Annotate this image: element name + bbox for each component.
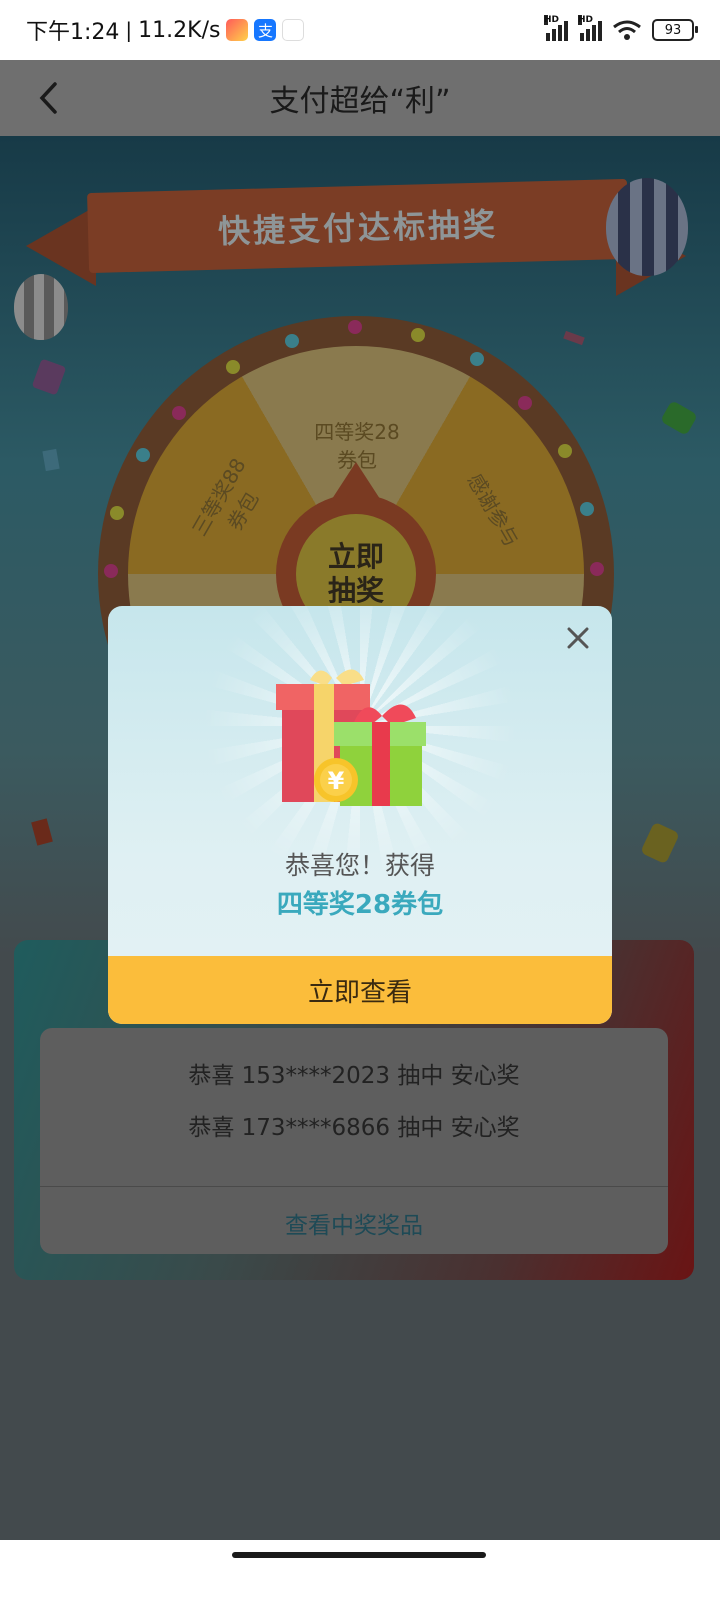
wheel-light xyxy=(411,328,425,342)
prize-modal: ¥ 恭喜您！获得 四等奖28券包 立即查看 xyxy=(108,606,612,1024)
home-indicator[interactable] xyxy=(232,1552,486,1558)
banner-title: 快捷支付达标抽奖 xyxy=(217,205,499,251)
nav-bar: 支付超给“利” xyxy=(0,60,720,136)
coin-symbol: ¥ xyxy=(328,767,345,795)
status-right: HD HD 93 xyxy=(544,15,698,41)
winners-list: 恭喜 153****2023 抽中 安心奖 恭喜 173****6866 抽中 … xyxy=(40,1028,668,1254)
gesture-bar-area xyxy=(0,1540,720,1600)
wheel-light xyxy=(110,506,124,520)
wheel-light xyxy=(285,334,299,348)
close-icon xyxy=(567,627,589,649)
balloon-right-icon xyxy=(606,178,688,276)
wheel-light xyxy=(348,320,362,334)
confetti-3 xyxy=(660,400,698,436)
cloud-app-icon xyxy=(282,19,305,41)
game-app-icon xyxy=(226,19,249,41)
signal-2-icon: HD xyxy=(578,15,602,41)
confetti-4 xyxy=(563,330,585,346)
hd-label-2: HD xyxy=(578,15,594,25)
back-button[interactable] xyxy=(20,70,76,126)
wheel-light xyxy=(580,502,594,516)
page-title: 支付超给“利” xyxy=(269,84,451,119)
wheel-light xyxy=(518,396,532,410)
signal-1-icon: HD xyxy=(544,15,568,41)
wheel-light xyxy=(470,352,484,366)
divider xyxy=(40,1186,668,1187)
close-button[interactable] xyxy=(558,618,598,658)
view-prizes-link[interactable]: 查看中奖奖品 xyxy=(40,1198,668,1248)
wheel-light xyxy=(104,564,118,578)
status-bar: 下午1:24 | 11.2K/s 支 HD HD 93 xyxy=(0,0,720,60)
confetti-5 xyxy=(31,818,53,846)
winner-record: 恭喜 173****6866 抽中 安心奖 xyxy=(188,1115,520,1141)
chevron-left-icon xyxy=(39,82,57,114)
winner-record: 恭喜 153****2023 抽中 安心奖 xyxy=(188,1063,520,1089)
battery-icon: 93 xyxy=(652,19,698,41)
wheel-light xyxy=(172,406,186,420)
confetti-6 xyxy=(640,821,680,865)
status-separator: | xyxy=(125,18,133,42)
wheel-segment-thanks: 感谢参与 xyxy=(462,469,524,551)
balloon-left-icon xyxy=(14,274,68,340)
wifi-icon xyxy=(613,20,641,40)
modal-prize-name: 四等奖28券包 xyxy=(276,890,444,920)
view-now-button[interactable]: 立即查看 xyxy=(108,956,612,1024)
confetti-2 xyxy=(42,448,60,472)
status-net-speed: 11.2K/s xyxy=(138,17,221,43)
wheel-segment-third-prize: 三等奖88 券包 xyxy=(187,454,264,541)
banner-ribbon: 快捷支付达标抽奖 xyxy=(87,178,629,274)
gift-box-icon: ¥ xyxy=(276,669,426,806)
status-left: 下午1:24 | 11.2K/s 支 xyxy=(26,14,305,46)
confetti-1 xyxy=(31,358,67,396)
status-time: 下午1:24 xyxy=(26,20,120,45)
wheel-light xyxy=(226,360,240,374)
wheel-light xyxy=(558,444,572,458)
alipay-app-icon: 支 xyxy=(254,19,277,41)
wheel-light xyxy=(136,448,150,462)
modal-congrats: 恭喜您！获得 xyxy=(284,851,435,880)
hd-label: HD xyxy=(544,15,560,25)
wheel-light xyxy=(590,562,604,576)
